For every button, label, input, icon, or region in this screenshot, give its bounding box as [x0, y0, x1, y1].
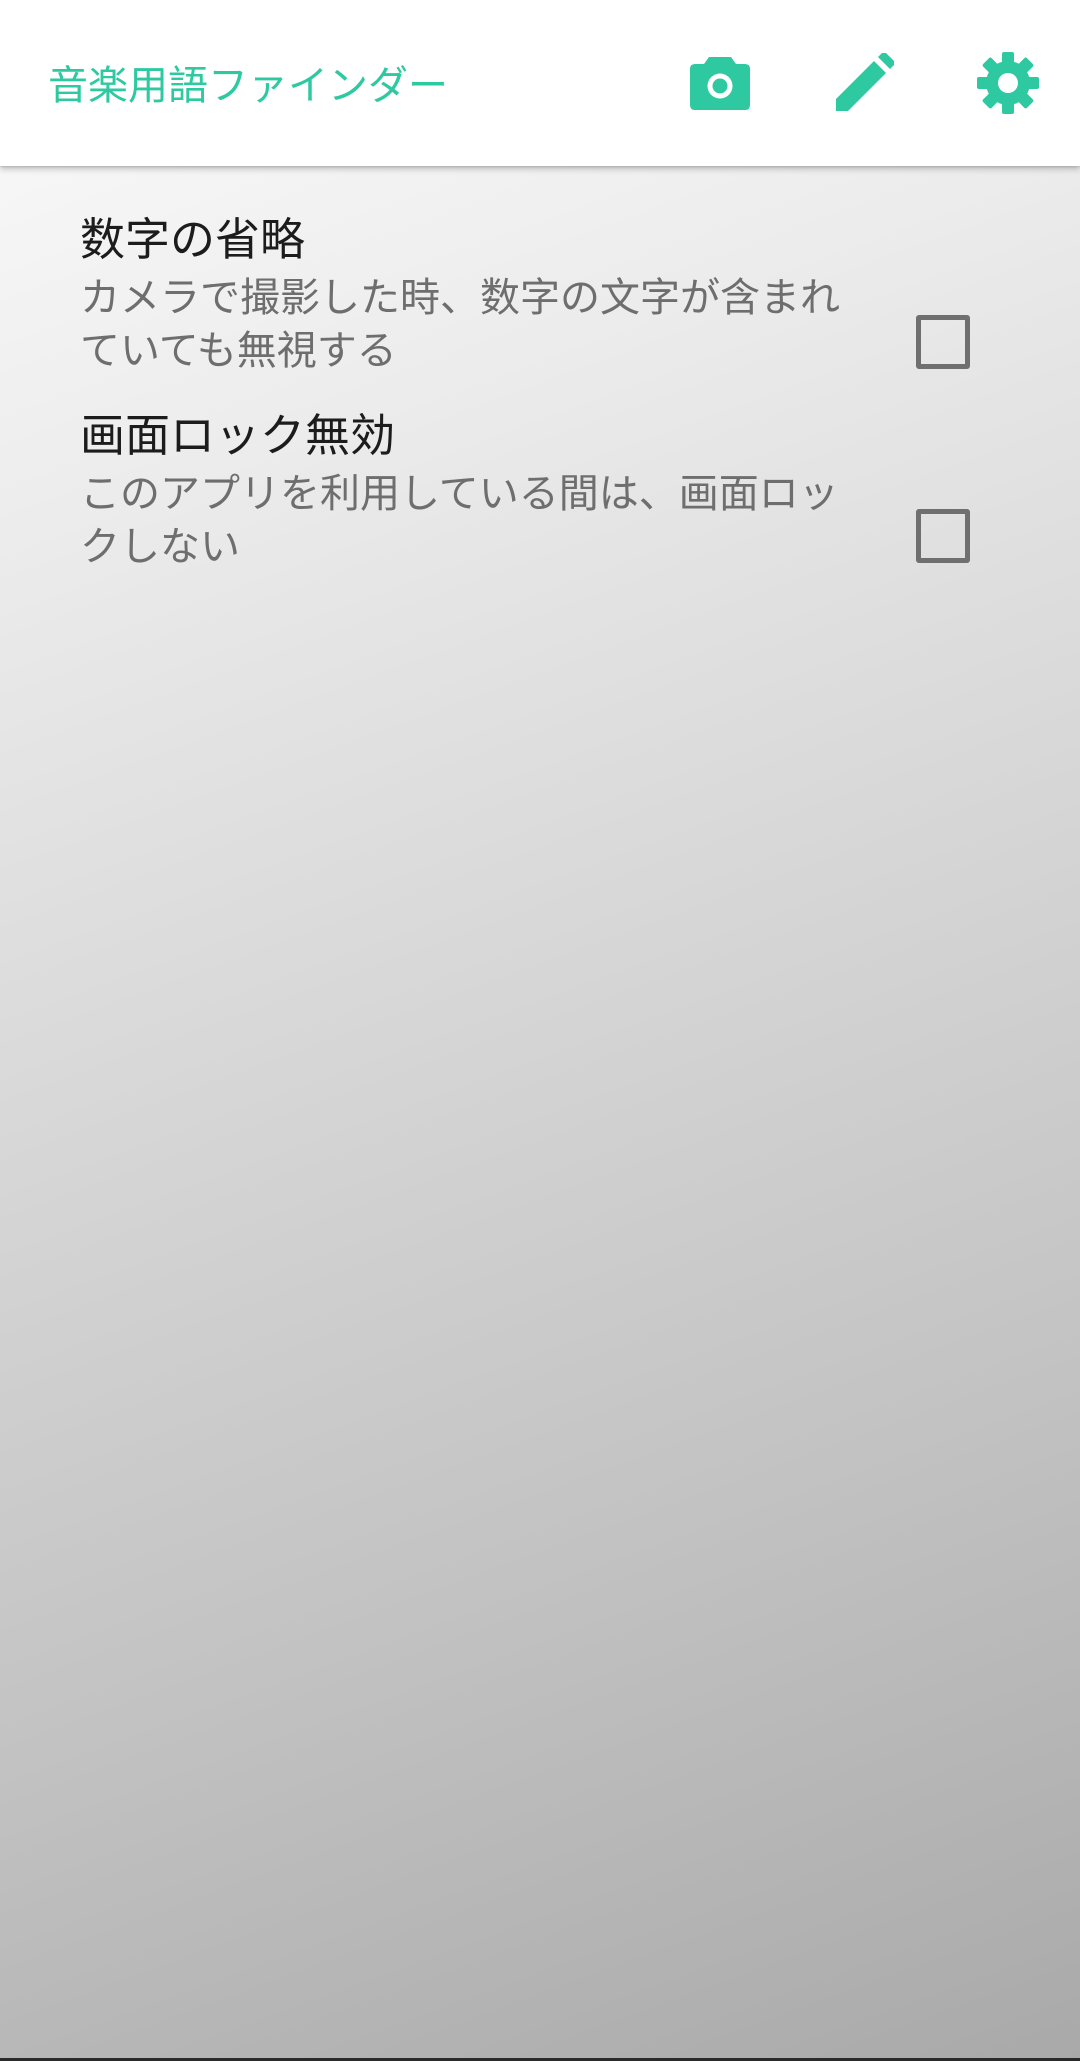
pref-title: 数字の省略 [80, 213, 306, 266]
pref-summary: カメラで撮影した時、数字の文字が含まれていても無視する [80, 275, 840, 374]
edit-button[interactable] [814, 33, 914, 133]
omit-numbers-checkbox[interactable] [916, 315, 970, 369]
app-bar: 音楽用語ファインダー [0, 0, 1080, 166]
pref-title: 画面ロック無効 [80, 409, 396, 462]
camera-button[interactable] [670, 33, 770, 133]
settings-button[interactable] [958, 33, 1058, 133]
app-title: 音楽用語ファインダー [48, 63, 448, 109]
pref-summary: このアプリを利用している間は、画面ロックしない [80, 471, 839, 570]
pref-disable-screen-lock[interactable]: 画面ロック無効 このアプリを利用している間は、画面ロックしない [0, 408, 1080, 578]
camera-icon [690, 57, 750, 110]
disable-screen-lock-checkbox[interactable] [916, 509, 970, 563]
pref-omit-numbers[interactable]: 数字の省略 カメラで撮影した時、数字の文字が含まれていても無視する [0, 212, 1080, 382]
gear-icon [977, 52, 1039, 114]
pencil-icon [836, 53, 894, 111]
